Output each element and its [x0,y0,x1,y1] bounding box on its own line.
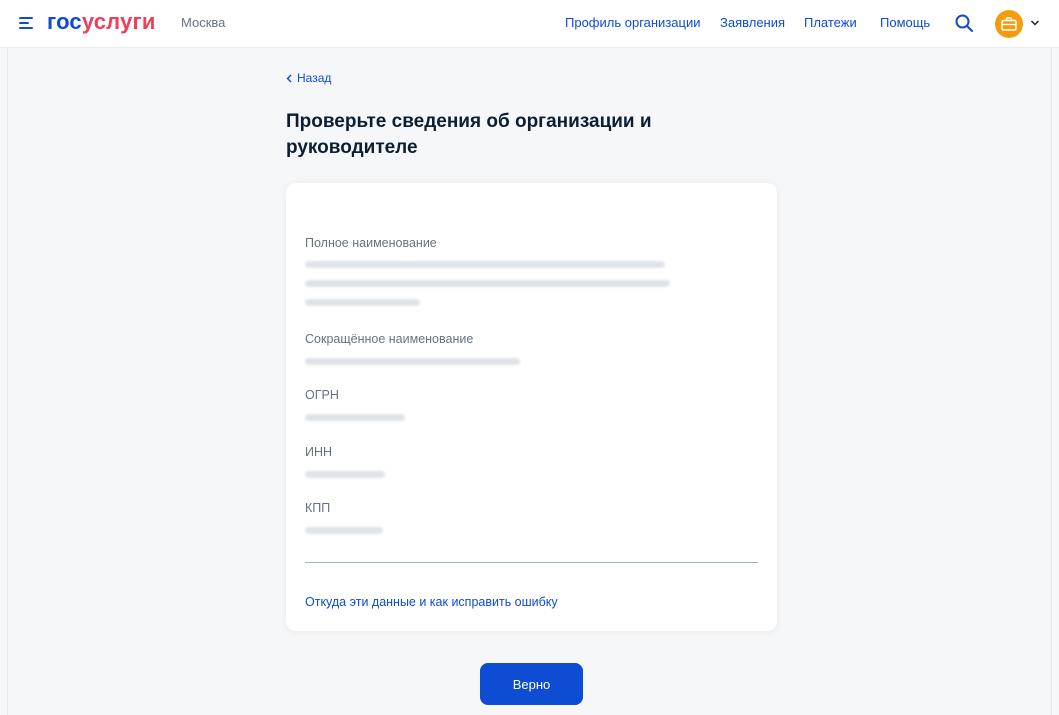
nav-help[interactable]: Помощь [880,15,930,30]
nav-payments[interactable]: Платежи [804,15,857,30]
redacted-value [305,299,420,306]
redacted-value [305,471,385,478]
organization-info-card: Полное наименование Сокращённое наименов… [286,183,777,631]
back-link-label: Назад [297,71,332,85]
chevron-down-icon[interactable] [1030,19,1040,27]
field-label-inn: ИНН [305,445,333,459]
field-label-full-name: Полное наименование [305,236,437,250]
menu-icon[interactable] [19,15,37,31]
search-icon[interactable] [954,13,974,33]
redacted-value [305,261,665,268]
nav-organization-profile[interactable]: Профиль организации [565,15,700,30]
nav-applications[interactable]: Заявления [720,15,785,30]
page-title: Проверьте сведения об организации и руко… [286,111,652,158]
redacted-value [305,414,405,421]
organization-avatar[interactable] [995,10,1023,38]
divider [305,562,758,563]
field-label-kpp: КПП [305,501,331,515]
confirm-button[interactable]: Верно [480,663,583,705]
field-label-short-name: Сокращённое наименование [305,332,474,346]
back-link[interactable]: Назад [286,71,331,85]
top-header: госуслуги Москва Профиль организации Зая… [0,0,1059,48]
briefcase-icon [1001,17,1017,31]
city-selector[interactable]: Москва [181,15,225,30]
data-source-help-link[interactable]: Откуда эти данные и как исправить ошибку [305,595,558,609]
redacted-value [305,280,670,287]
field-label-ogrn: ОГРН [305,388,339,402]
logo-part-1: гос [47,9,82,34]
logo-part-2: услуги [81,9,156,34]
redacted-value [305,358,520,365]
redacted-value [305,527,383,534]
gosuslugi-logo[interactable]: госуслуги [47,9,156,35]
chevron-left-icon [286,74,292,82]
